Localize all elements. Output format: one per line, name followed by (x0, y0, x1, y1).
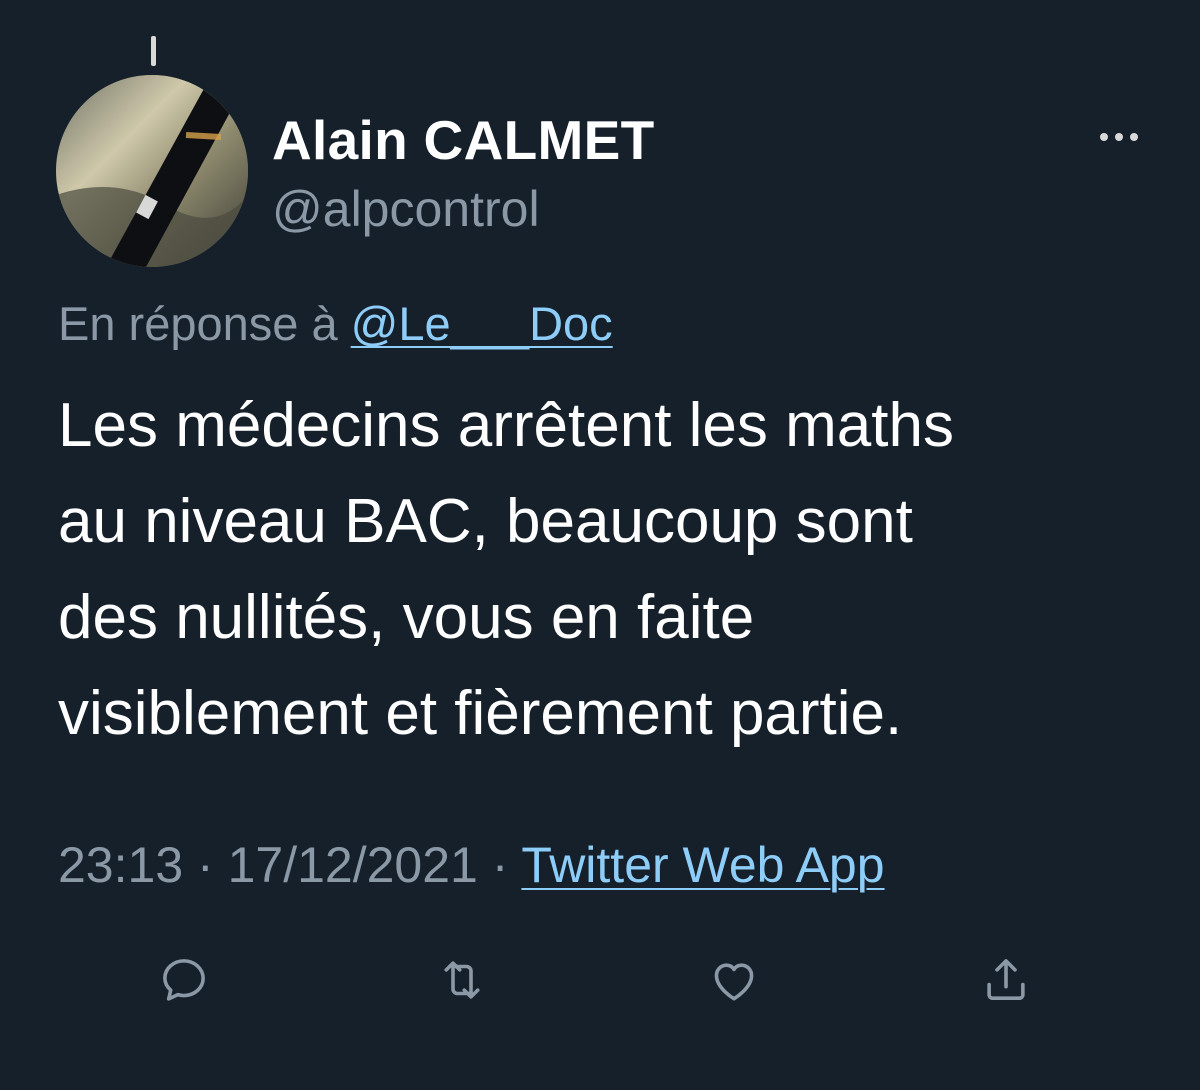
avatar[interactable] (56, 75, 248, 267)
reply-context: En réponse à @Le___Doc (58, 296, 613, 351)
reply-prefix: En réponse à (58, 297, 338, 350)
share-upload-icon (987, 959, 1025, 1001)
author-handle[interactable]: @alpcontrol (272, 180, 540, 238)
tweet-text-line: Les médecins arrêtent les maths (58, 391, 954, 460)
more-horizontal-icon[interactable] (1096, 125, 1142, 149)
reply-button[interactable] (154, 950, 214, 1010)
heart-icon (714, 963, 754, 1001)
tweet-time[interactable]: 23:13 (58, 837, 183, 893)
like-button[interactable] (704, 950, 764, 1010)
tweet-source-link[interactable]: Twitter Web App (521, 837, 884, 893)
reply-bubble-icon (163, 959, 205, 1001)
tweet-text-line: des nullités, vous en faite (58, 583, 755, 652)
retweet-button[interactable] (432, 950, 492, 1010)
meta-separator: · (491, 837, 509, 893)
share-button[interactable] (976, 950, 1036, 1010)
thread-connector-line (151, 36, 156, 66)
retweet-icon (444, 961, 480, 999)
tweet-text: Les médecins arrêtent les maths au nivea… (58, 378, 1158, 762)
reply-to-link[interactable]: @Le___Doc (351, 297, 613, 350)
tweet-date[interactable]: 17/12/2021 (228, 837, 478, 893)
avatar-image (56, 75, 248, 267)
tweet-text-line: visiblement et fièrement partie. (58, 679, 903, 748)
tweet-text-line: au niveau BAC, beaucoup sont (58, 487, 913, 556)
tweet-metadata: 23:13 · 17/12/2021 · Twitter Web App (58, 836, 885, 894)
meta-separator: · (197, 837, 214, 893)
author-display-name[interactable]: Alain CALMET (272, 108, 654, 172)
